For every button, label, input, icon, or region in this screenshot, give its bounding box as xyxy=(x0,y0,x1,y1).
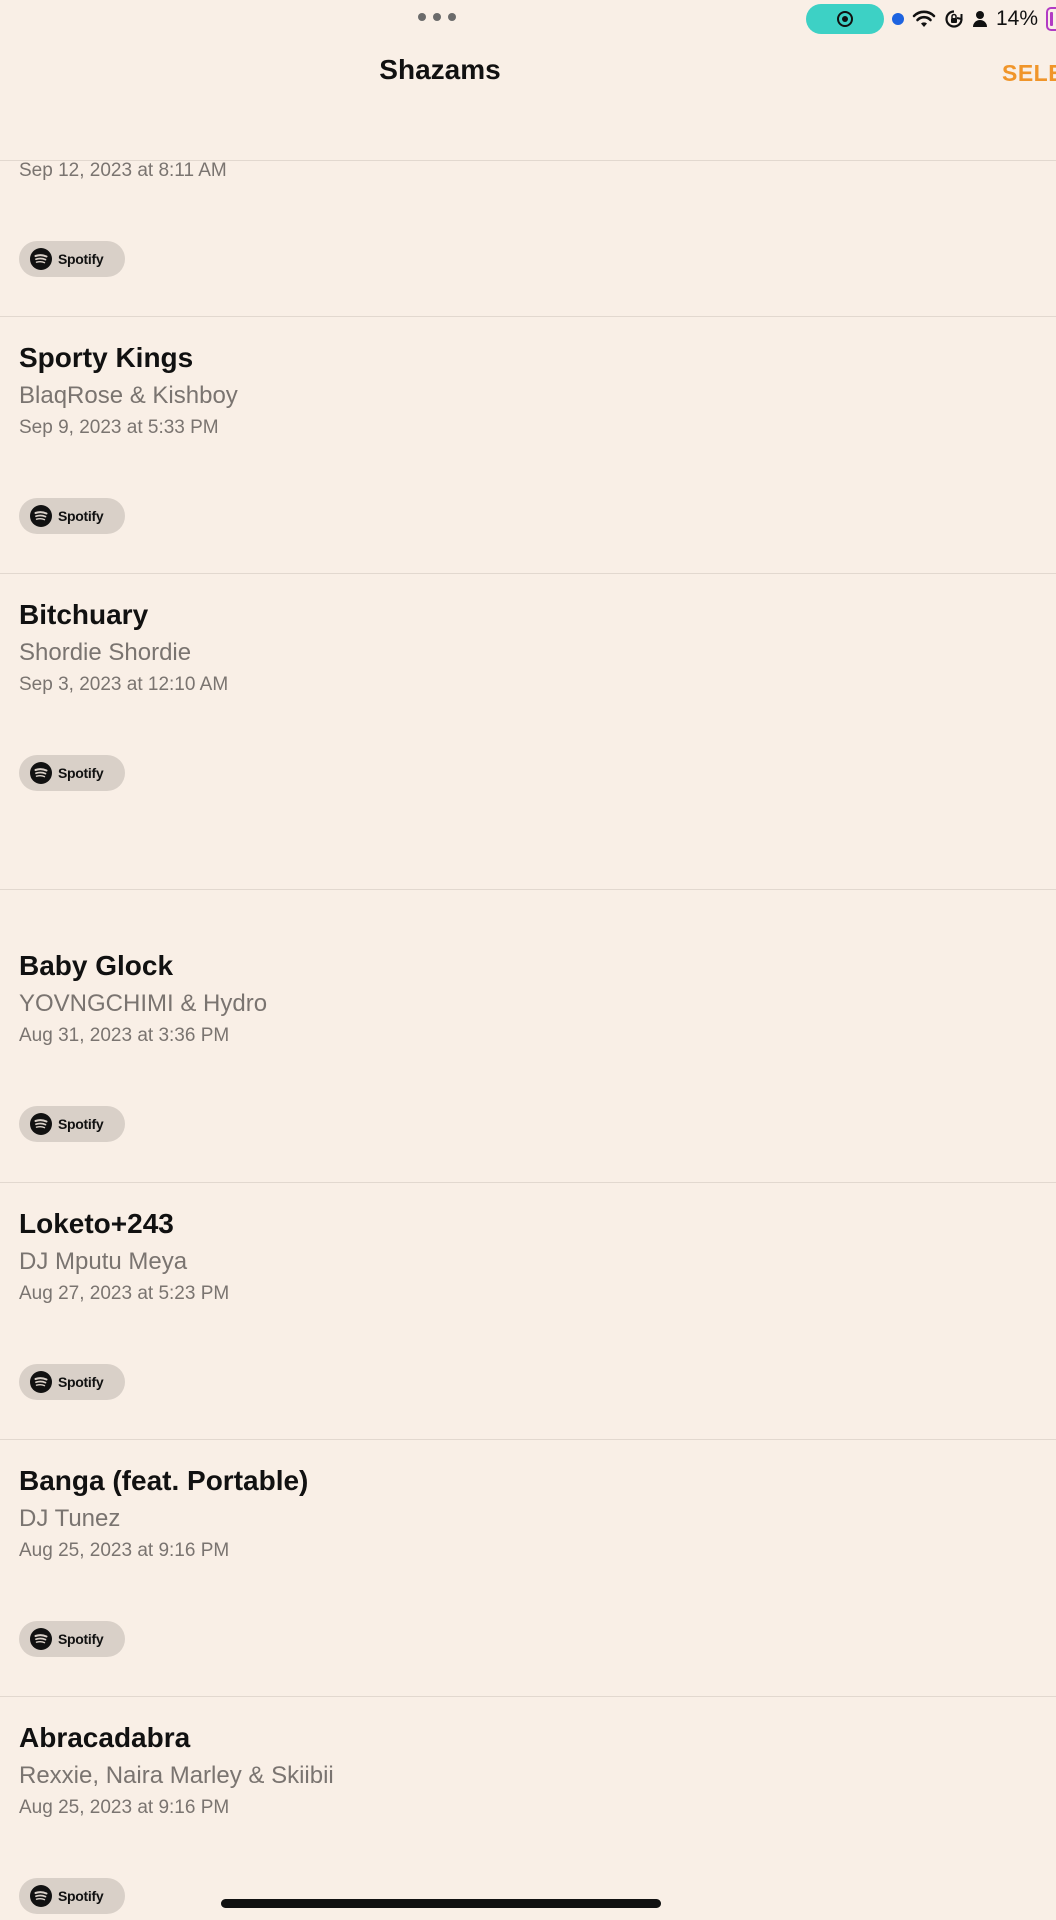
status-bar: 14% xyxy=(805,4,1056,34)
row-divider xyxy=(0,1439,1056,1440)
spotify-icon xyxy=(30,1371,52,1393)
spotify-button[interactable]: Spotify xyxy=(19,1364,125,1400)
spotify-button[interactable]: Spotify xyxy=(19,1106,125,1142)
wifi-icon xyxy=(912,9,936,29)
spotify-button[interactable]: Spotify xyxy=(19,241,125,277)
song-artist: Rexxie, Naira Marley & Skiibii xyxy=(19,1762,334,1789)
song-artist: DJ Mputu Meya xyxy=(19,1248,188,1275)
song-title: Abracadabra xyxy=(19,1722,191,1753)
section-divider xyxy=(0,889,1056,890)
song-date: Sep 12, 2023 at 8:11 AM xyxy=(19,160,227,181)
rotation-lock-icon xyxy=(944,9,964,29)
song-title: Loketo+243 xyxy=(19,1208,174,1239)
spotify-label: Spotify xyxy=(58,508,104,524)
spotify-button[interactable]: Spotify xyxy=(19,1621,125,1657)
song-artist: YOVNGCHIMI & Hydro xyxy=(19,990,268,1017)
song-title: Sporty Kings xyxy=(19,342,194,373)
spotify-icon xyxy=(30,1885,52,1907)
row-divider xyxy=(0,316,1056,317)
row-divider xyxy=(0,1696,1056,1697)
song-title: Bitchuary xyxy=(19,599,149,630)
screen-record-icon[interactable] xyxy=(805,4,884,34)
song-artist: Shordie Shordie xyxy=(19,639,192,666)
song-date: Aug 25, 2023 at 9:16 PM xyxy=(19,1797,230,1818)
song-date: Sep 9, 2023 at 5:33 PM xyxy=(19,417,219,438)
spotify-label: Spotify xyxy=(58,1374,104,1390)
select-button[interactable]: SELECT xyxy=(1002,60,1056,87)
row-divider xyxy=(0,1182,1056,1183)
song-artist: BlaqRose & Kishboy xyxy=(19,382,238,409)
battery-percent: 14% xyxy=(995,7,1038,30)
song-artist: DJ Tunez xyxy=(19,1505,121,1532)
spotify-icon xyxy=(30,1113,52,1135)
spotify-label: Spotify xyxy=(58,251,104,267)
song-title: Banga (feat. Portable) xyxy=(19,1465,309,1496)
song-date: Aug 31, 2023 at 3:36 PM xyxy=(19,1025,230,1046)
battery-icon xyxy=(1046,7,1056,31)
spotify-button[interactable]: Spotify xyxy=(19,498,125,534)
spotify-icon xyxy=(30,248,52,270)
spotify-label: Spotify xyxy=(58,1631,104,1647)
song-date: Aug 27, 2023 at 5:23 PM xyxy=(19,1283,230,1304)
song-date: Sep 3, 2023 at 12:10 AM xyxy=(19,674,229,695)
spotify-icon xyxy=(30,505,52,527)
spotify-label: Spotify xyxy=(58,765,104,781)
home-indicator[interactable] xyxy=(221,1899,661,1908)
spotify-button[interactable]: Spotify xyxy=(19,755,125,791)
song-title: Baby Glock xyxy=(19,950,174,981)
spotify-label: Spotify xyxy=(58,1888,104,1904)
spotify-button[interactable]: Spotify xyxy=(19,1878,125,1914)
spotify-icon xyxy=(30,1628,52,1650)
song-date: Aug 25, 2023 at 9:16 PM xyxy=(19,1540,230,1561)
person-icon xyxy=(972,9,988,29)
spotify-label: Spotify xyxy=(58,1116,104,1132)
page-title: Shazams xyxy=(379,54,501,85)
more-dots-icon[interactable] xyxy=(418,13,456,21)
location-dot-icon xyxy=(891,13,904,25)
row-divider xyxy=(0,573,1056,574)
shazams-screen: 14% Shazams SELECT Sep 12, 2023 at 8:11 … xyxy=(0,0,1056,1920)
spotify-icon xyxy=(30,762,52,784)
